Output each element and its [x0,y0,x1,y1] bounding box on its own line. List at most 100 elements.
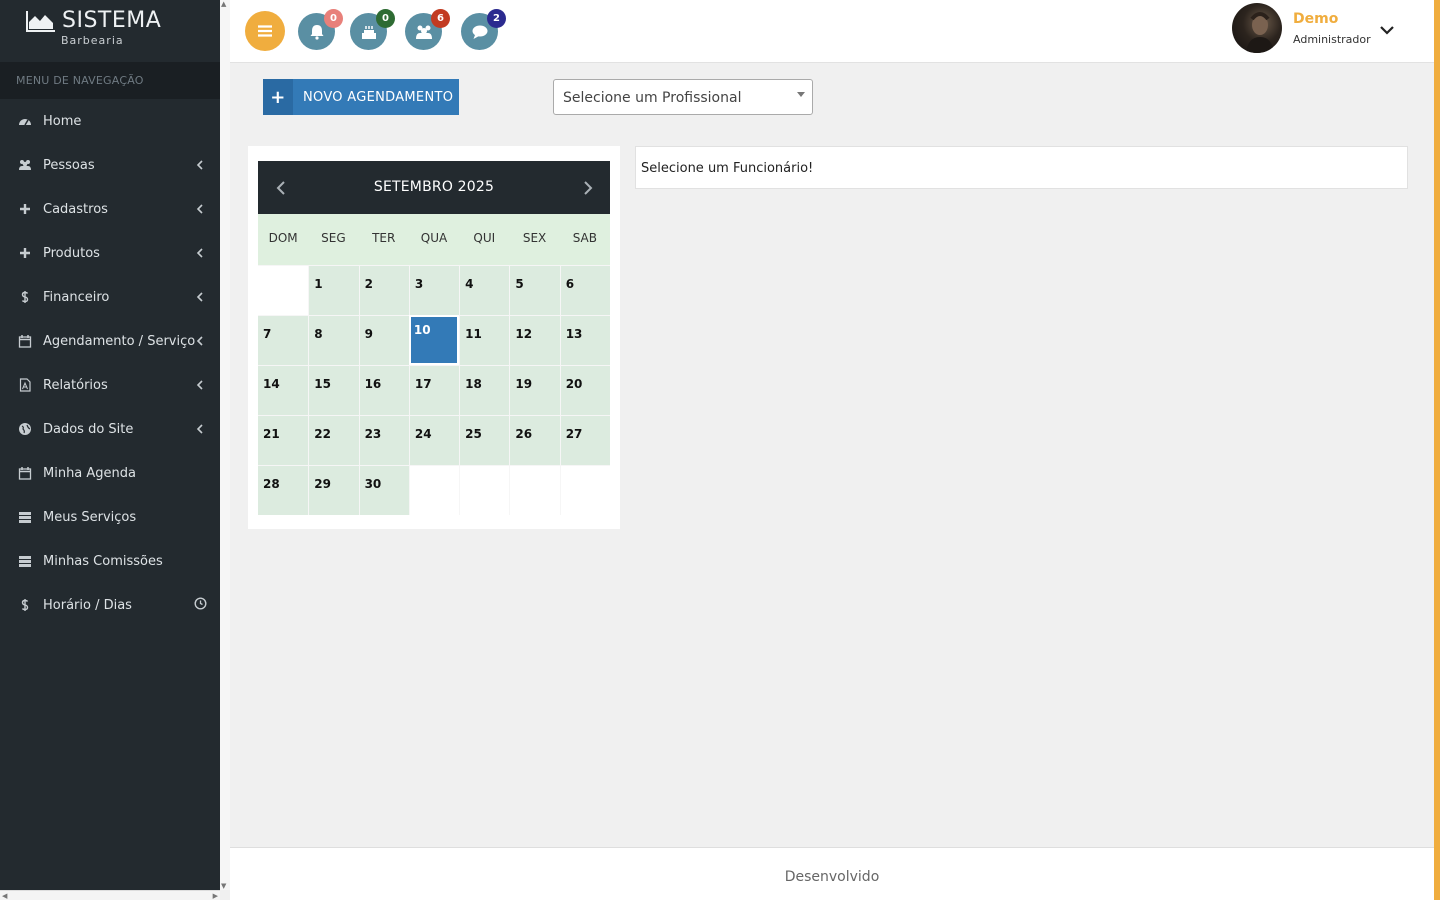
sidebar-item-agendamento[interactable]: Agendamento / Serviço [0,319,220,363]
calendar-day[interactable]: 14 [258,365,309,415]
calendar-panel: SETEMBRO 2025 DOM SEG TER QUA QUI SEX SA… [248,146,620,529]
calendar-week-row: 123456 [258,265,610,315]
scroll-left-icon[interactable]: ◀ [2,892,7,900]
sidebar-item-meus-servicos[interactable]: Meus Serviços [0,495,220,539]
calendar-day[interactable]: 29 [308,465,359,515]
birthday-badge: 0 [376,9,395,28]
weekday-label: SEG [321,231,346,245]
new-appointment-label: NOVO AGENDAMENTO [303,89,454,105]
calendar-day[interactable]: 6 [559,265,610,315]
menu-toggle-button[interactable] [245,11,285,51]
calendar-day[interactable]: 18 [459,365,510,415]
calendar-day[interactable]: 5 [509,265,560,315]
messages-button[interactable]: 2 [461,9,506,50]
calendar-day[interactable]: 27 [559,415,610,465]
clients-button[interactable]: 6 [405,9,450,50]
calendar-day[interactable]: 20 [559,365,610,415]
calendar-day[interactable]: 28 [258,465,309,515]
sidebar-item-home[interactable]: Home [0,99,220,143]
sidebar-item-label: Produtos [43,245,100,261]
user-role: Administrador [1293,33,1371,46]
calendar-day[interactable]: 2 [358,265,409,315]
birthday-cake-icon [361,25,376,39]
sidebar-item-label: Pessoas [43,157,95,173]
calendar-grid: DOM SEG TER QUA QUI SEX SAB 1 2 3 4 5 6 7 8 9 10 1… [258,214,610,515]
calendar-week-row: 21 22 23 24 25 26 27 [258,415,610,465]
footer-text: Desenvolvido [784,869,880,885]
sidebar-vertical-scrollbar[interactable]: ▲ ▼ [220,0,230,890]
bell-icon [310,24,323,40]
calendar-day[interactable]: 12 [509,315,560,365]
sidebar-item-minhas-comissoes[interactable]: Minhas Comissões [0,539,220,583]
professional-select[interactable]: Selecione um Profissional [553,79,813,115]
calendar-day[interactable]: 4 [459,265,510,315]
sidebar-horizontal-scrollbar[interactable]: ◀ ▶ [0,890,220,900]
user-name[interactable]: Demo [1293,11,1338,27]
calendar-day[interactable]: 15 [308,365,359,415]
calendar-day[interactable]: 3 [408,265,460,315]
plus-icon [18,202,32,216]
calendar-day[interactable]: 13 [559,315,610,365]
notifications-button[interactable]: 0 [298,9,343,50]
calendar-day[interactable]: 16 [358,365,409,415]
sidebar: SISTEMA Barbearia MENU DE NAVEGAÇÃO Home… [0,0,220,890]
globe-icon [18,422,32,436]
calendar-day[interactable]: 25 [459,415,510,465]
sidebar-item-label: Financeiro [43,289,110,305]
sidebar-item-label: Relatórios [43,377,108,393]
scroll-down-icon[interactable]: ▼ [221,882,226,890]
brand[interactable]: SISTEMA Barbearia [0,0,220,62]
calendar-day[interactable]: 19 [509,365,560,415]
calendar-day[interactable]: 22 [308,415,359,465]
calendar-day[interactable]: 11 [459,315,510,365]
calendar-header: SETEMBRO 2025 [258,161,610,214]
comment-icon [472,25,487,39]
calendar-day[interactable]: 30 [358,465,409,515]
chevron-right-icon[interactable] [583,181,593,195]
chevron-left-icon [196,248,203,258]
weekday-label: SAB [572,231,597,245]
sidebar-item-minha-agenda[interactable]: Minha Agenda [0,451,220,495]
calendar-day[interactable]: 7 [258,315,309,365]
calendar-day[interactable]: 8 [308,315,359,365]
footer: Desenvolvido [230,847,1434,900]
schedule-panel: Selecione um Funcionário! [635,146,1408,189]
sidebar-item-dados-site[interactable]: Dados do Site [0,407,220,451]
birthdays-button[interactable]: 0 [350,9,395,50]
scroll-right-icon[interactable]: ▶ [213,892,218,900]
weekday-label: SEX [522,231,547,245]
new-appointment-button[interactable]: + NOVO AGENDAMENTO [263,79,459,115]
calendar-day[interactable]: 26 [509,415,560,465]
weekday-label: QUI [473,231,496,245]
calendar-day-today[interactable]: 10 [408,315,460,365]
sidebar-item-cadastros[interactable]: Cadastros [0,187,220,231]
chevron-down-icon[interactable] [1379,24,1395,36]
brand-subtitle: Barbearia [61,34,124,47]
sidebar-item-label: Home [43,113,82,129]
nav-header: MENU DE NAVEGAÇÃO [0,62,220,99]
dollar-icon [18,290,32,304]
sidebar-item-financeiro[interactable]: Financeiro [0,275,220,319]
plus-icon: + [263,79,293,115]
caret-down-icon [797,92,805,97]
calendar-day[interactable]: 1 [308,265,359,315]
schedule-message: Selecione um Funcionário! [641,161,814,176]
scroll-up-icon[interactable]: ▲ [221,0,226,8]
chevron-left-icon [196,380,203,390]
user-avatar[interactable] [1232,3,1282,53]
sidebar-item-produtos[interactable]: Produtos [0,231,220,275]
sidebar-item-horario-dias[interactable]: Horário / Dias [0,583,220,627]
sidebar-item-relatorios[interactable]: Relatórios [0,363,220,407]
calendar-day[interactable]: 24 [408,415,460,465]
page-scrollbar[interactable] [1434,0,1440,900]
calendar-day[interactable]: 17 [408,365,460,415]
sidebar-item-label: Horário / Dias [43,597,132,613]
weekday-label: TER [372,231,396,245]
calendar-day[interactable]: 21 [258,415,309,465]
calendar-empty-cell [408,465,460,515]
calendar-day[interactable]: 23 [358,415,409,465]
calendar-month-title: SETEMBRO 2025 [373,179,495,195]
dollar-icon [18,598,32,612]
calendar-day[interactable]: 9 [358,315,409,365]
sidebar-item-pessoas[interactable]: Pessoas [0,143,220,187]
